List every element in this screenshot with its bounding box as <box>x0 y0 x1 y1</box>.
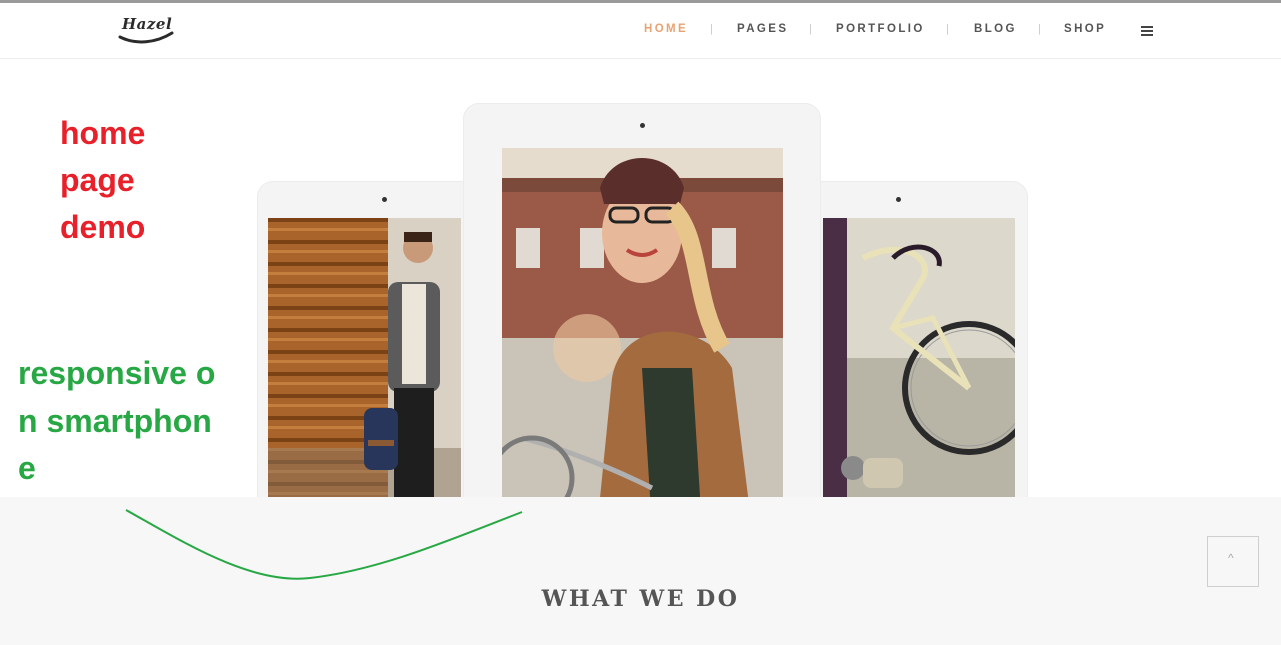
tablet-left <box>257 181 477 497</box>
tablet-right <box>808 181 1028 497</box>
hamburger-icon[interactable] <box>1141 26 1153 36</box>
nav-separator: | <box>809 23 812 35</box>
annotation-line: demo <box>60 209 146 245</box>
tablet-center <box>463 103 821 497</box>
nav-home[interactable]: HOME <box>644 23 688 35</box>
site-header: Hazel HOME | PAGES | PORTFOLIO | BLOG | … <box>0 3 1281 59</box>
annotation-responsive: responsive on smartphone <box>18 355 216 486</box>
back-to-top-button[interactable]: ^ <box>1207 536 1259 587</box>
nav-portfolio[interactable]: PORTFOLIO <box>836 23 925 35</box>
what-we-do-section: WHAT WE DO <box>0 497 1281 645</box>
man-with-backpack-photo <box>268 218 461 497</box>
nav-shop[interactable]: SHOP <box>1064 23 1106 35</box>
nav-pages[interactable]: PAGES <box>737 23 788 35</box>
annotation-line: home <box>60 115 146 151</box>
nav-separator: | <box>946 23 949 35</box>
annotation-line: page <box>60 162 135 198</box>
bicycle-photo <box>823 218 1015 497</box>
nav-separator: | <box>1038 23 1041 35</box>
tablet-right-screen <box>823 218 1015 497</box>
chevron-up-icon: ^ <box>1228 551 1234 565</box>
annotation-home-page-demo: home page demo <box>60 110 145 251</box>
tablet-left-screen <box>268 218 461 497</box>
nav-blog[interactable]: BLOG <box>974 23 1017 35</box>
tablet-camera-icon <box>640 123 645 128</box>
tablet-center-screen <box>502 148 783 497</box>
nav-separator: | <box>710 23 713 35</box>
tablet-camera-icon <box>896 197 901 202</box>
section-title: WHAT WE DO <box>541 586 740 612</box>
site-logo[interactable]: Hazel <box>118 15 178 49</box>
tablet-camera-icon <box>382 197 387 202</box>
logo-swoosh-icon <box>118 31 174 44</box>
woman-on-bike-photo <box>502 148 783 497</box>
